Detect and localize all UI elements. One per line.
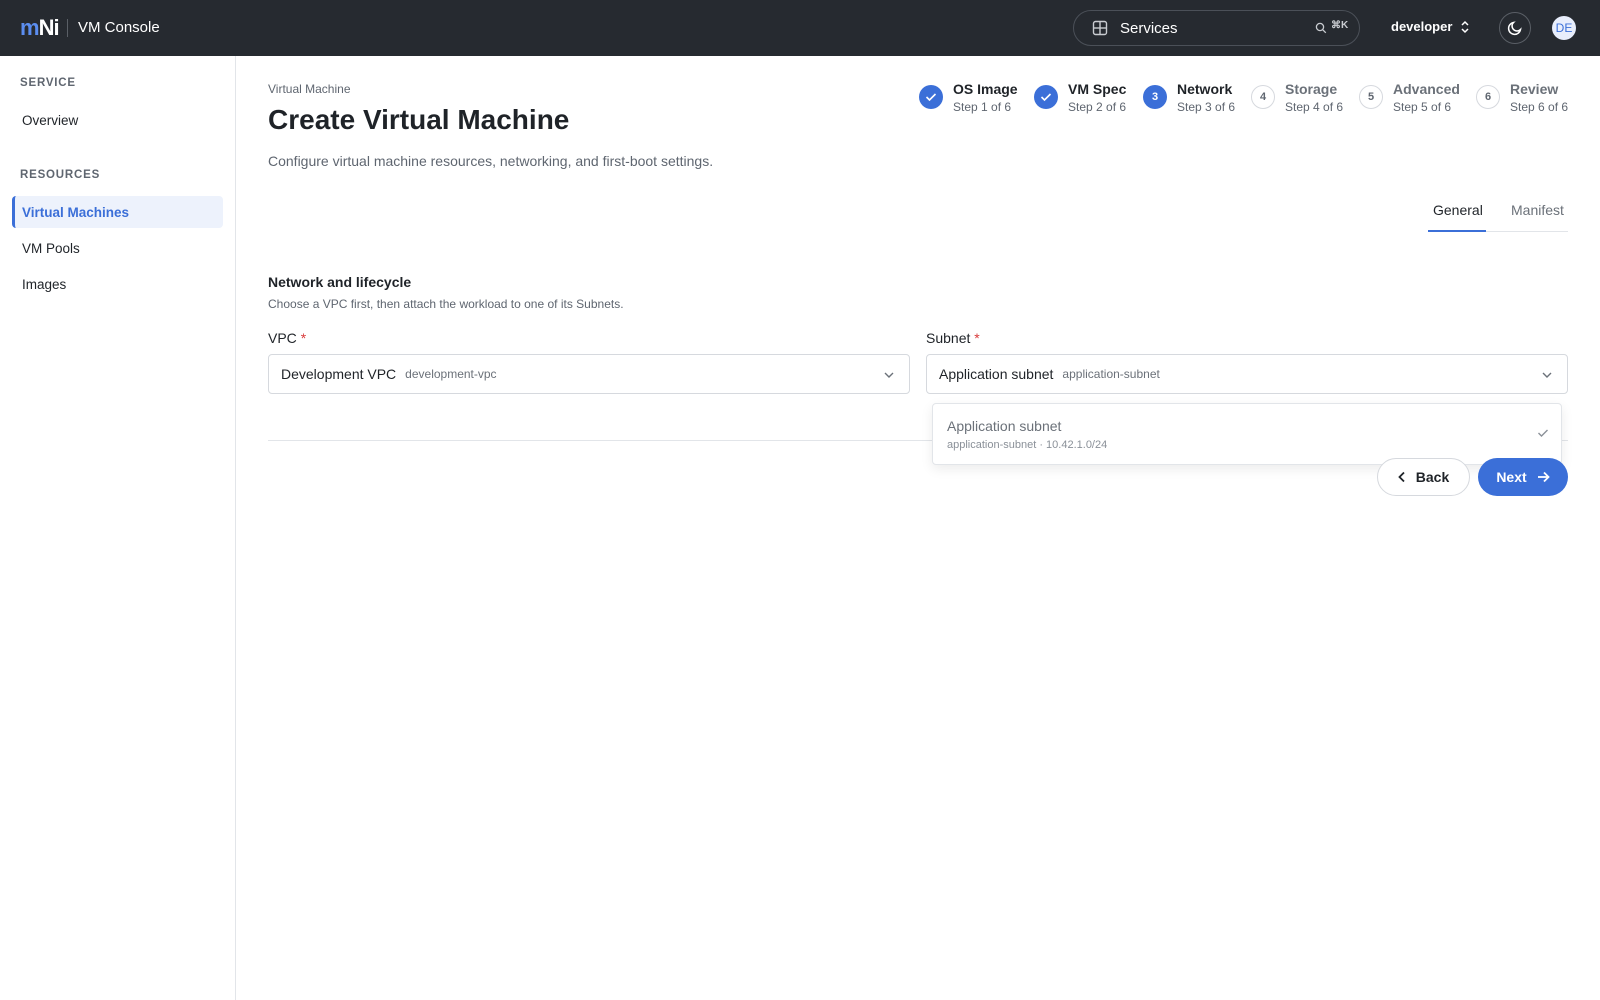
- sidebar-section-resources: RESOURCES: [20, 169, 101, 181]
- step-sub: Step 6 of 6: [1510, 100, 1569, 114]
- subnet-label-text: Subnet: [926, 330, 971, 346]
- chevron-down-icon: [1542, 372, 1552, 378]
- back-button[interactable]: Back: [1377, 458, 1470, 496]
- theme-toggle-button[interactable]: [1499, 12, 1531, 44]
- step-sub: Step 4 of 6: [1285, 100, 1344, 114]
- avatar[interactable]: DE: [1552, 16, 1576, 40]
- logo-m: m: [20, 15, 40, 40]
- sidebar-section-service: SERVICE: [20, 77, 76, 89]
- vpc-value-id: development-vpc: [405, 367, 497, 381]
- page-description: Configure virtual machine resources, net…: [268, 153, 714, 169]
- subnet-label: Subnet *: [926, 330, 980, 346]
- arrow-right-icon: [1537, 471, 1550, 483]
- step-number: 4: [1251, 85, 1275, 109]
- step-number: 3: [1143, 85, 1167, 109]
- step-number: 6: [1476, 85, 1500, 109]
- vpc-label: VPC *: [268, 330, 306, 346]
- sidebar: SERVICE Overview RESOURCES Virtual Machi…: [0, 56, 236, 1000]
- step-name: OS Image: [953, 81, 1018, 97]
- step-sub: Step 3 of 6: [1177, 100, 1236, 114]
- sidebar-item-virtual-machines[interactable]: Virtual Machines: [12, 196, 223, 228]
- back-label: Back: [1415, 469, 1450, 485]
- next-button[interactable]: Next: [1478, 458, 1568, 496]
- search-shortcut: ⌘K: [1331, 20, 1349, 31]
- subnet-value-id: application-subnet: [1062, 367, 1160, 381]
- tab-general[interactable]: General: [1433, 202, 1483, 218]
- step-sub: Step 5 of 6: [1393, 100, 1452, 114]
- tab-manifest[interactable]: Manifest: [1511, 202, 1564, 218]
- vpc-select[interactable]: Development VPC development-vpc: [268, 354, 910, 394]
- top-bar: m Ni VM Console Services ⌘K developer DE: [0, 0, 1600, 56]
- vpc-value: Development VPC: [281, 366, 397, 382]
- step-name: Advanced: [1393, 81, 1460, 97]
- sidebar-item-images[interactable]: Images: [12, 268, 223, 300]
- breadcrumb[interactable]: Virtual Machine: [268, 82, 351, 96]
- chevron-down-icon: [884, 372, 894, 378]
- step-complete-icon: [1034, 85, 1058, 109]
- check-icon: [1538, 429, 1548, 437]
- view-tabs: General Manifest: [1428, 196, 1568, 232]
- vpc-label-text: VPC: [268, 330, 297, 346]
- sidebar-item-vm-pools[interactable]: VM Pools: [12, 232, 223, 264]
- grid-icon: [1092, 20, 1108, 36]
- user-switcher[interactable]: developer: [1391, 19, 1470, 34]
- section-description: Choose a VPC first, then attach the work…: [268, 297, 624, 311]
- step-name: Network: [1177, 81, 1233, 97]
- option-title: Application subnet: [947, 418, 1062, 434]
- step-name: VM Spec: [1068, 81, 1127, 97]
- logo-ni: Ni: [38, 15, 60, 40]
- step-name: Storage: [1285, 81, 1338, 97]
- logo-divider: [67, 19, 68, 37]
- chevron-up-down-icon: [1461, 20, 1469, 33]
- active-tab-indicator: [1428, 230, 1486, 232]
- subnet-select[interactable]: Application subnet application-subnet: [926, 354, 1568, 394]
- subnet-value: Application subnet: [939, 366, 1054, 382]
- search-icon: [1315, 22, 1327, 34]
- subnet-option[interactable]: Application subnet application-subnet · …: [933, 404, 1561, 464]
- user-name: developer: [1391, 19, 1453, 34]
- sidebar-item-overview[interactable]: Overview: [12, 104, 223, 136]
- step-number: 5: [1359, 85, 1383, 109]
- next-label: Next: [1496, 469, 1527, 485]
- app-title: VM Console: [78, 19, 160, 36]
- step-sub: Step 1 of 6: [953, 100, 1012, 114]
- chevron-left-icon: [1397, 471, 1405, 483]
- section-title: Network and lifecycle: [268, 274, 412, 290]
- page-title: Create Virtual Machine: [268, 104, 570, 135]
- step-complete-icon: [919, 85, 943, 109]
- step-name: Review: [1510, 81, 1559, 97]
- brand-logo[interactable]: m Ni: [20, 15, 60, 40]
- option-subtitle: application-subnet · 10.42.1.0/24: [947, 439, 1108, 451]
- subnet-dropdown: Application subnet application-subnet · …: [932, 403, 1562, 465]
- step-sub: Step 2 of 6: [1068, 100, 1127, 114]
- required-marker: *: [974, 330, 980, 346]
- required-marker: *: [300, 330, 307, 346]
- services-search[interactable]: Services ⌘K: [1073, 10, 1360, 46]
- search-label: Services: [1120, 20, 1178, 37]
- moon-icon: [1507, 21, 1522, 36]
